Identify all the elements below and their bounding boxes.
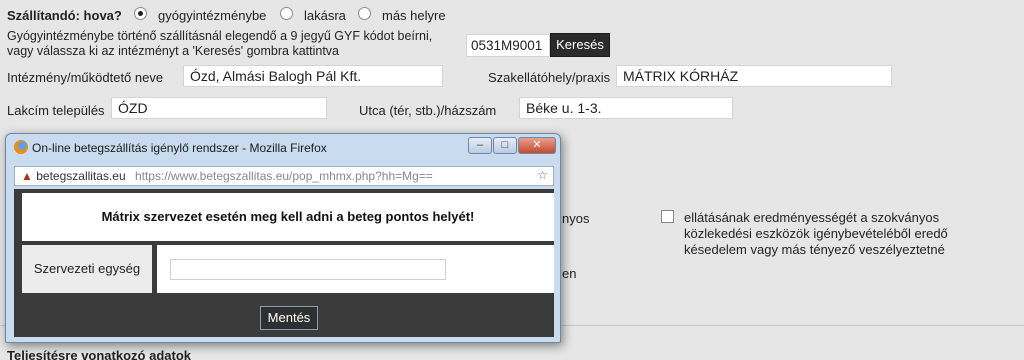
- close-button[interactable]: ✕: [518, 137, 556, 154]
- radio-other[interactable]: [358, 7, 371, 20]
- info-text-line2: vagy válassza ki az intézményt a 'Keresé…: [7, 44, 340, 58]
- urgent-checkbox[interactable]: [661, 210, 674, 223]
- radio-institution-label: gyógyintézménybe: [158, 8, 267, 23]
- bookmark-star-icon[interactable]: ☆: [537, 168, 548, 182]
- urgent-text-line1: ellátásának eredményességét a szokványos: [684, 210, 940, 225]
- department-label: Szakellátóhely/praxis: [488, 70, 611, 85]
- popup-window: On-line betegszállítás igénylő rendszer …: [5, 133, 561, 343]
- maximize-button[interactable]: □: [493, 137, 517, 154]
- urgent-checkbox-text: ellátásának eredményességét a szokványos…: [684, 210, 948, 258]
- firefox-icon: [14, 140, 28, 154]
- department-input[interactable]: MÁTRIX KÓRHÁZ: [616, 65, 892, 87]
- search-button[interactable]: Keresés: [550, 33, 610, 57]
- institution-input[interactable]: Ózd, Almási Balogh Pál Kft.: [183, 65, 443, 87]
- gyf-code-input[interactable]: 0531M9001: [466, 34, 550, 57]
- unit-cell: [157, 245, 554, 293]
- delivery-question: Szállítandó: hova?: [7, 8, 122, 23]
- partial-text-1: nyos: [562, 211, 590, 226]
- unit-label: Szervezeti egység: [22, 245, 152, 293]
- city-label: Lakcím település: [7, 103, 105, 118]
- urgent-text-line3: késedelem vagy más tényező veszélyeztetn…: [684, 242, 945, 257]
- section-title: Teljesítésre vonatkozó adatok: [7, 348, 191, 360]
- url-host: betegszallitas.eu: [36, 169, 126, 183]
- urgent-text-line2: közlekedési eszközök igénybevételéből er…: [684, 226, 948, 241]
- info-text-line1: Gyógyintézménybe történő szállításnál el…: [7, 29, 433, 43]
- street-input[interactable]: Béke u. 1-3.: [519, 97, 733, 119]
- institution-label: Intézmény/működtető neve: [7, 70, 164, 85]
- save-button[interactable]: Mentés: [260, 306, 318, 330]
- partial-text-2: en: [562, 266, 577, 281]
- url-bar[interactable]: ▲ betegszallitas.eu https://www.betegsza…: [14, 166, 554, 186]
- popup-body: Mátrix szervezet esetén meg kell adni a …: [14, 189, 554, 337]
- popup-message: Mátrix szervezet esetén meg kell adni a …: [22, 193, 554, 241]
- site-identity-icon: ▲: [21, 169, 33, 183]
- popup-title: On-line betegszállítás igénylő rendszer …: [32, 141, 327, 155]
- unit-input[interactable]: [170, 259, 446, 280]
- city-input[interactable]: ÓZD: [111, 97, 327, 119]
- radio-other-label: más helyre: [382, 8, 446, 23]
- street-label: Utca (tér, stb.)/házszám: [359, 103, 497, 118]
- url-text: https://www.betegszallitas.eu/pop_mhmx.p…: [134, 169, 433, 183]
- radio-institution[interactable]: [134, 7, 147, 20]
- minimize-button[interactable]: –: [468, 137, 492, 154]
- radio-home-label: lakásra: [304, 8, 346, 23]
- radio-home[interactable]: [280, 7, 293, 20]
